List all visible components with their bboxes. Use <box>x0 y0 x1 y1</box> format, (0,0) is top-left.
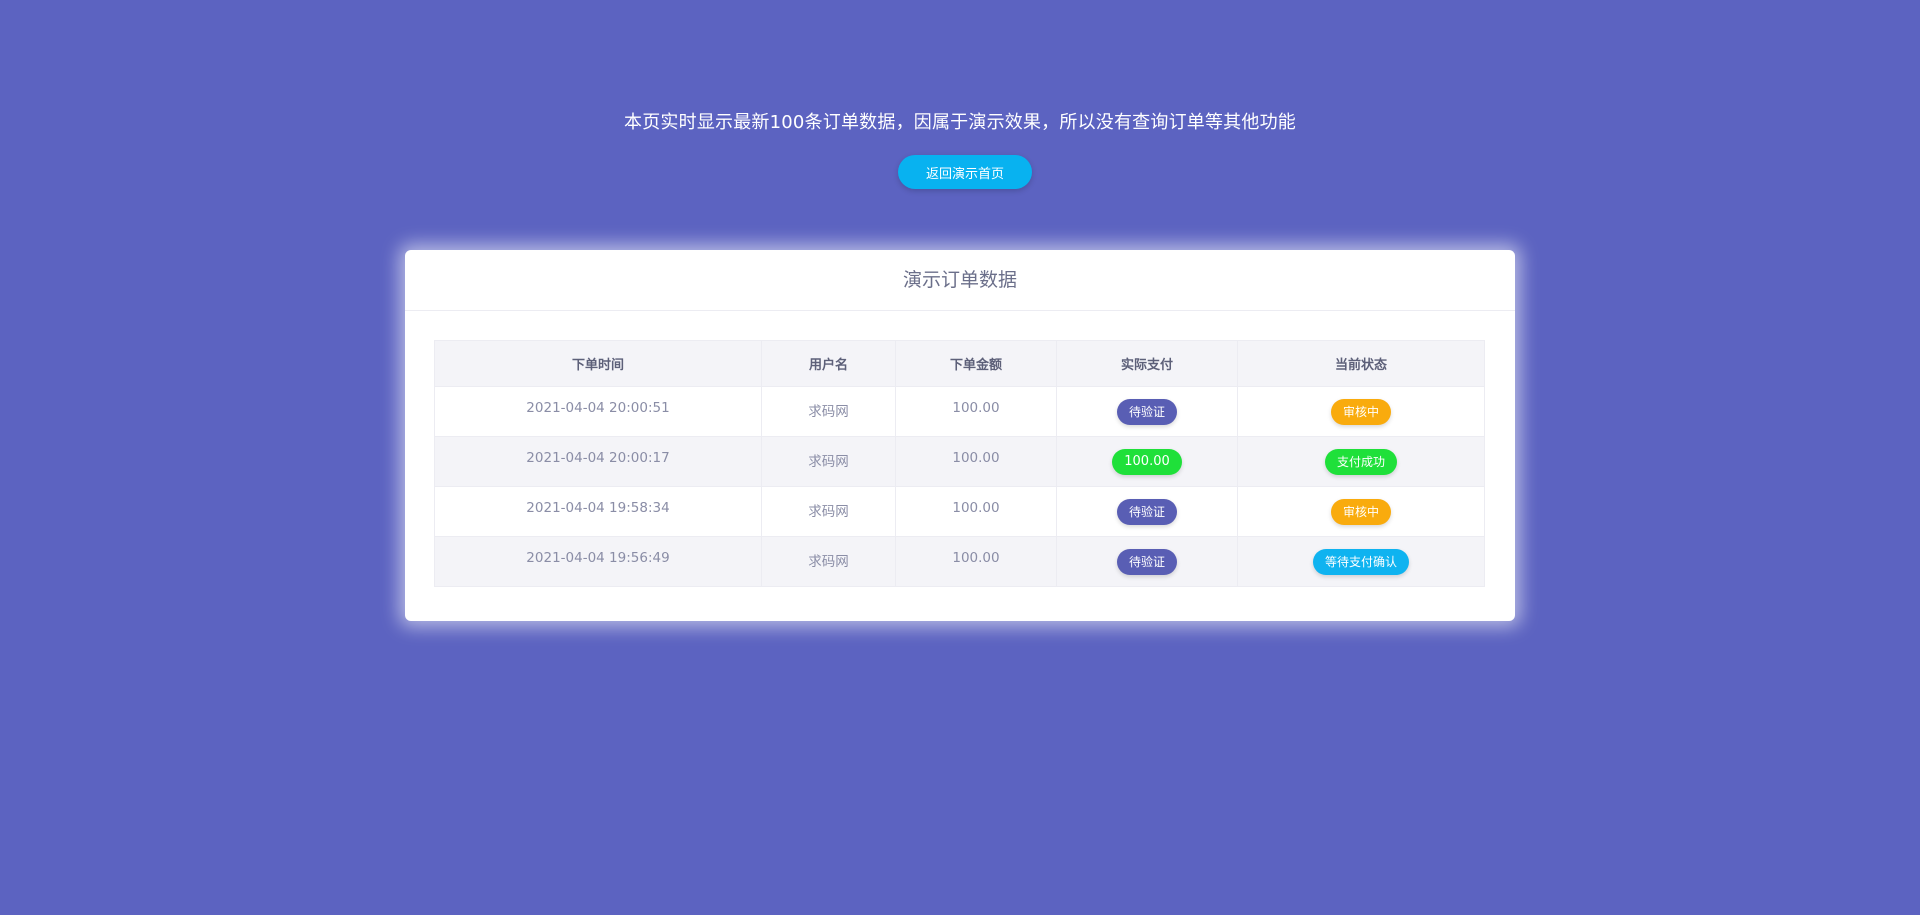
orders-table-wrapper: 下单时间 用户名 下单金额 实际支付 当前状态 2021-04-04 20:00… <box>434 340 1485 587</box>
table-row: 2021-04-04 20:00:51 求码网 100.00 待验证 审核中 <box>434 386 1485 437</box>
cell-username: 求码网 <box>761 386 896 437</box>
cell-current-status: 审核中 <box>1237 486 1485 537</box>
cell-order-time: 2021-04-04 19:58:34 <box>434 486 762 537</box>
notice-text: 本页实时显示最新100条订单数据，因属于演示效果，所以没有查询订单等其他功能 <box>624 112 1296 133</box>
cell-order-time: 2021-04-04 20:00:51 <box>434 386 762 437</box>
header-actual-payment: 实际支付 <box>1056 340 1238 387</box>
card-title: 演示订单数据 <box>405 250 1515 311</box>
cell-actual-payment: 待验证 <box>1056 486 1238 537</box>
payment-badge: 待验证 <box>1116 548 1177 575</box>
header-order-amount: 下单金额 <box>895 340 1057 387</box>
cell-order-amount: 100.00 <box>895 536 1057 587</box>
table-header-row: 下单时间 用户名 下单金额 实际支付 当前状态 <box>434 340 1485 387</box>
cell-order-amount: 100.00 <box>895 386 1057 437</box>
payment-badge: 待验证 <box>1116 498 1177 525</box>
cell-order-amount: 100.00 <box>895 486 1057 537</box>
table-row: 2021-04-04 19:56:49 求码网 100.00 待验证 等待支付确… <box>434 536 1485 587</box>
header-username: 用户名 <box>761 340 896 387</box>
payment-badge: 待验证 <box>1116 398 1177 425</box>
cell-username: 求码网 <box>761 486 896 537</box>
status-badge: 支付成功 <box>1324 448 1397 475</box>
header-current-status: 当前状态 <box>1237 340 1485 387</box>
table-row: 2021-04-04 19:58:34 求码网 100.00 待验证 审核中 <box>434 486 1485 537</box>
page: 本页实时显示最新100条订单数据，因属于演示效果，所以没有查询订单等其他功能 返… <box>0 0 1920 915</box>
cell-actual-payment: 待验证 <box>1056 386 1238 437</box>
status-badge: 审核中 <box>1330 398 1391 425</box>
cell-actual-payment: 待验证 <box>1056 536 1238 587</box>
cell-current-status: 审核中 <box>1237 386 1485 437</box>
table-row: 2021-04-04 20:00:17 求码网 100.00 100.00 支付… <box>434 436 1485 487</box>
header-order-time: 下单时间 <box>434 340 762 387</box>
cell-username: 求码网 <box>761 536 896 587</box>
status-badge: 等待支付确认 <box>1312 548 1409 575</box>
status-badge: 审核中 <box>1330 498 1391 525</box>
cell-order-time: 2021-04-04 20:00:17 <box>434 436 762 487</box>
back-to-demo-home-button[interactable]: 返回演示首页 <box>898 155 1032 189</box>
cell-order-amount: 100.00 <box>895 436 1057 487</box>
cell-order-time: 2021-04-04 19:56:49 <box>434 536 762 587</box>
cell-username: 求码网 <box>761 436 896 487</box>
orders-card: 演示订单数据 下单时间 用户名 下单金额 实际支付 当前状态 2021-04-0… <box>405 250 1515 621</box>
payment-badge: 100.00 <box>1112 448 1182 475</box>
cell-current-status: 等待支付确认 <box>1237 536 1485 587</box>
cell-current-status: 支付成功 <box>1237 436 1485 487</box>
cell-actual-payment: 100.00 <box>1056 436 1238 487</box>
orders-table: 下单时间 用户名 下单金额 实际支付 当前状态 2021-04-04 20:00… <box>434 340 1485 587</box>
